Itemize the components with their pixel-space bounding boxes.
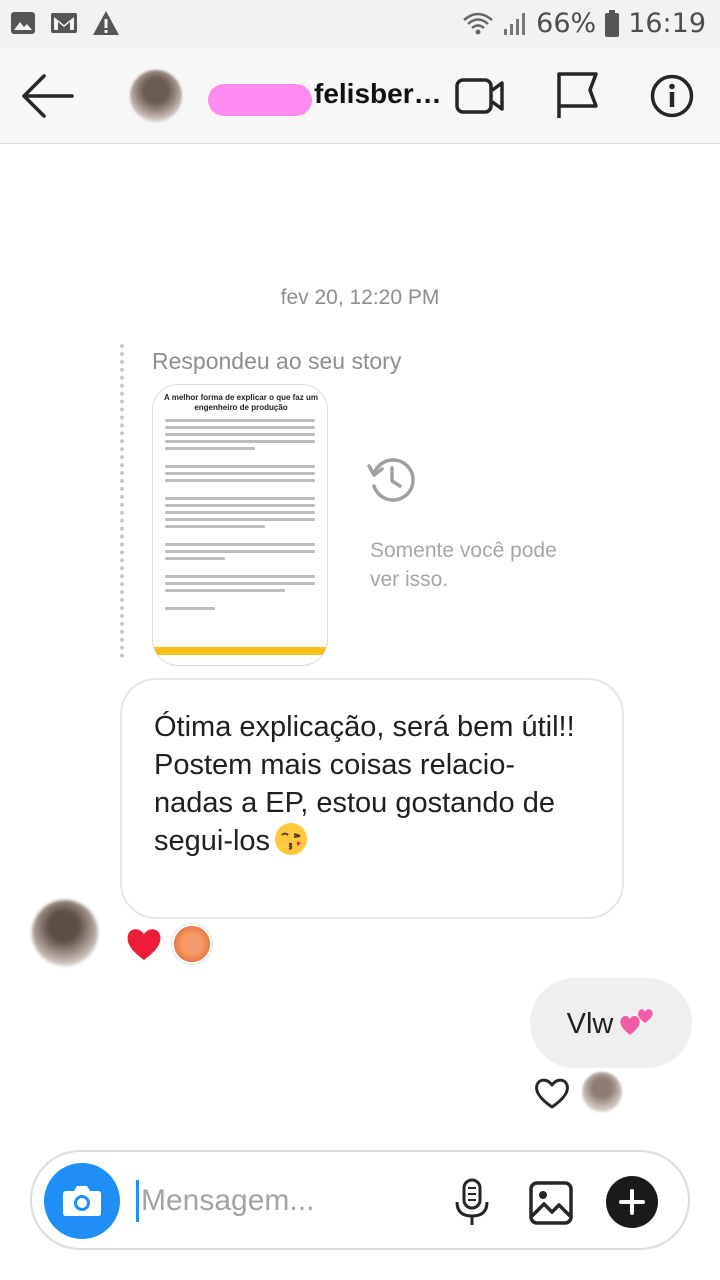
status-bar: 66% 16:19	[0, 0, 720, 48]
add-button[interactable]	[606, 1176, 658, 1228]
received-message-text: Ótima explicação, será bem útil!! Postem…	[154, 711, 575, 857]
story-text-line	[165, 472, 315, 475]
reply-divider	[120, 344, 124, 658]
two-hearts-emoji	[620, 1009, 654, 1035]
like-heart-icon[interactable]	[532, 1074, 572, 1110]
message-input[interactable]	[136, 1180, 436, 1222]
story-text-line	[165, 440, 315, 443]
story-text-line	[165, 543, 315, 546]
battery-icon	[605, 9, 620, 37]
story-text-line	[165, 433, 315, 436]
story-title: A melhor forma de explicar o que faz um …	[164, 393, 318, 412]
seen-avatar	[582, 1072, 622, 1112]
kissing-face-emoji	[275, 823, 308, 855]
message-composer	[30, 1150, 690, 1250]
warning-icon	[93, 11, 119, 35]
clock: 16:19	[628, 8, 706, 39]
story-text-line	[165, 582, 315, 585]
sender-avatar[interactable]	[32, 900, 98, 966]
sent-message-bubble[interactable]: Vlw	[530, 978, 692, 1068]
signal-icon	[504, 12, 526, 35]
redacted-name	[208, 84, 312, 116]
wifi-icon	[463, 12, 493, 34]
story-text-line	[165, 497, 315, 500]
story-text-line	[165, 465, 315, 468]
story-text-line	[165, 557, 225, 560]
notification-icons	[10, 10, 120, 36]
story-text-line	[165, 589, 285, 592]
contact-username[interactable]: felisber…	[314, 78, 442, 110]
plus-icon	[619, 1189, 645, 1215]
story-reply-label: Respondeu ao seu story	[152, 348, 402, 374]
history-icon	[367, 458, 415, 502]
story-text-line	[165, 479, 315, 482]
info-icon[interactable]	[650, 74, 694, 118]
flag-icon[interactable]	[554, 70, 600, 120]
microphone-icon[interactable]	[452, 1178, 492, 1228]
story-text-line	[165, 525, 265, 528]
video-call-icon[interactable]	[454, 74, 506, 118]
story-text-line	[165, 518, 315, 521]
back-arrow-icon[interactable]	[20, 74, 76, 118]
story-text-line	[165, 511, 315, 514]
story-text-line	[165, 504, 315, 507]
received-message-bubble[interactable]: Ótima explicação, será bem útil!! Postem…	[120, 678, 624, 919]
story-text-line	[165, 426, 315, 429]
story-text-line	[165, 550, 315, 553]
gmail-icon	[51, 13, 77, 33]
sent-message-text: Vlw	[566, 1008, 614, 1040]
chat-header: felisber…	[0, 48, 720, 144]
camera-icon	[63, 1186, 101, 1216]
story-footer-bar	[153, 647, 327, 655]
story-thumbnail[interactable]: A melhor forma de explicar o que faz um …	[152, 384, 328, 666]
story-text-line	[165, 447, 255, 450]
image-icon	[11, 12, 35, 34]
only-you-notice: Somente você pode ver isso.	[370, 539, 557, 591]
battery-percent: 66%	[536, 8, 597, 39]
system-indicators: 66% 16:19	[462, 8, 706, 39]
orange-face-reaction[interactable]	[172, 924, 212, 964]
camera-button[interactable]	[44, 1163, 120, 1239]
contact-avatar[interactable]	[130, 70, 182, 122]
message-timestamp: fev 20, 12:20 PM	[280, 286, 440, 309]
gallery-icon[interactable]	[528, 1180, 574, 1226]
story-text-line	[165, 575, 315, 578]
story-text-line	[165, 607, 215, 610]
heart-reaction[interactable]	[124, 924, 164, 964]
story-text-line	[165, 419, 315, 422]
